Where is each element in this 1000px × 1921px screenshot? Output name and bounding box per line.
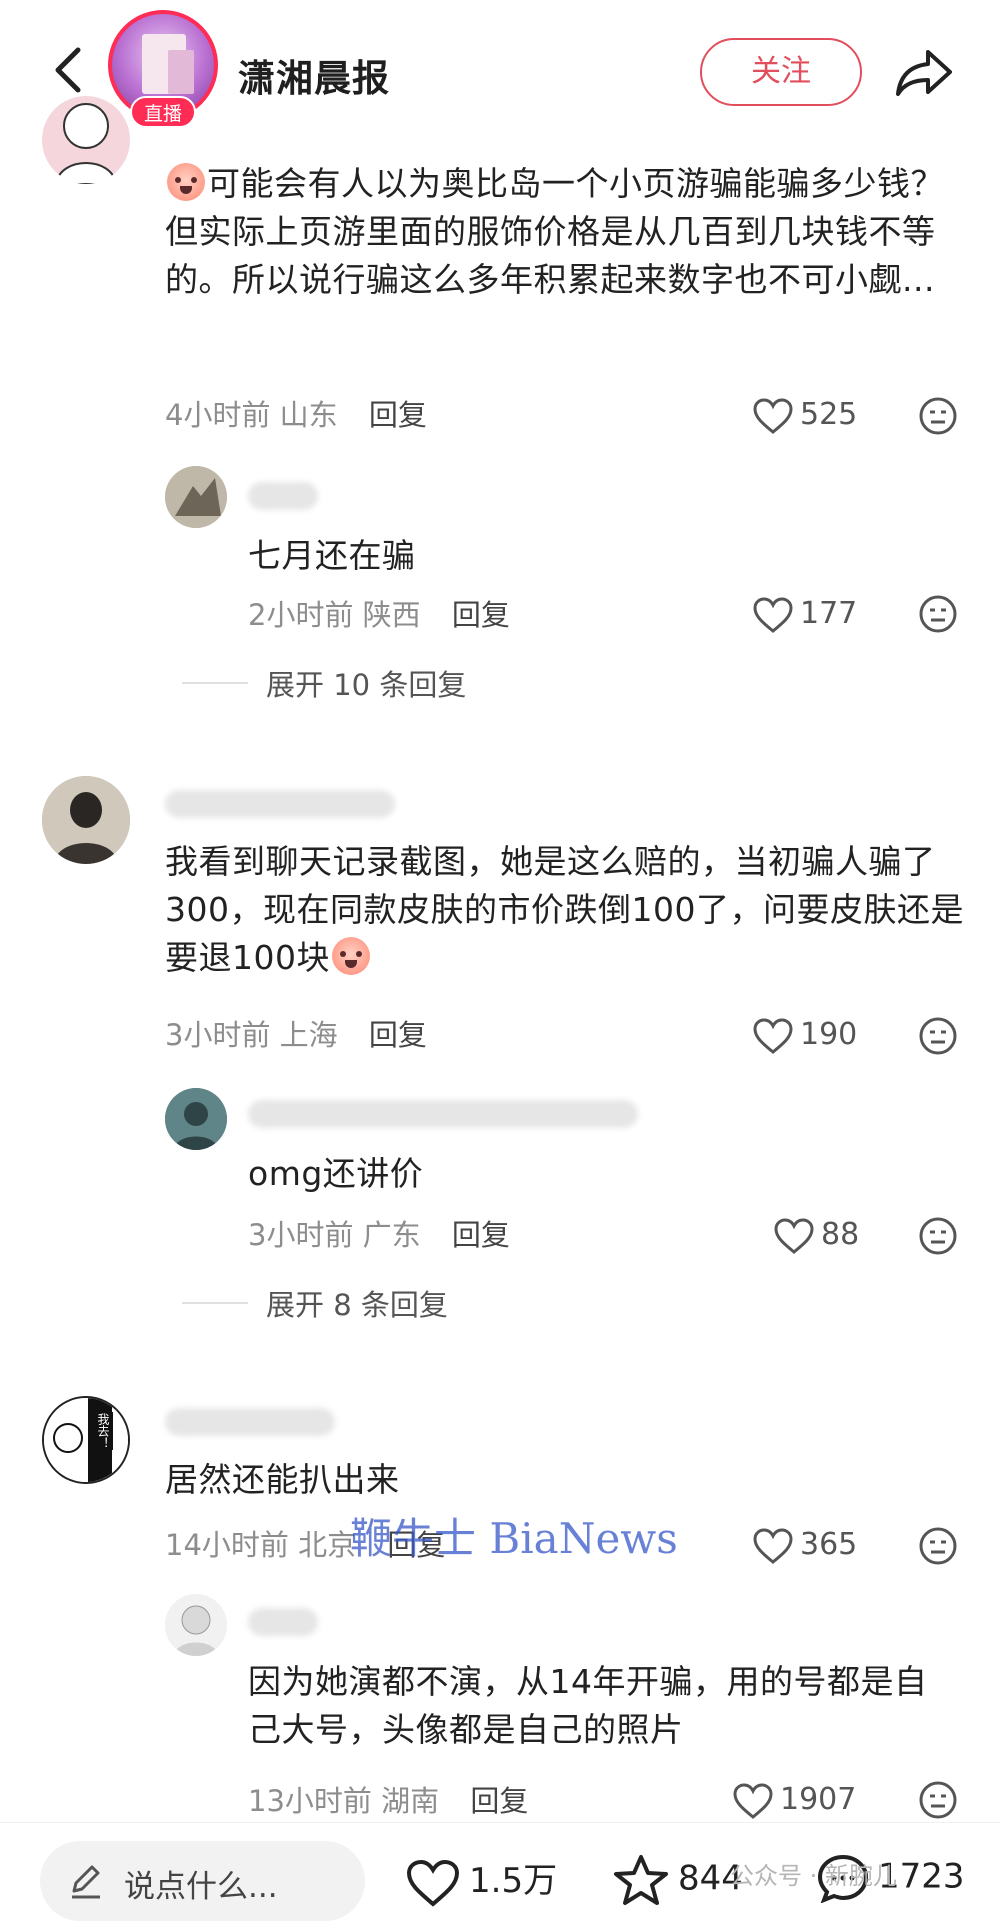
like-count: 190 (800, 1017, 858, 1052)
like-count: 1907 (780, 1782, 857, 1817)
replier-name-blurred (248, 1608, 318, 1636)
like-button[interactable]: 525 (752, 393, 857, 437)
replier-avatar[interactable] (165, 1088, 227, 1150)
like-count: 365 (800, 1527, 858, 1562)
star-icon (614, 1855, 668, 1905)
reply-text: 因为她演都不演，从14年开骗，用的号都是自己大号，头像都是自己的照片 (248, 1662, 928, 1749)
wechat-watermark: 公众号 · 新腕儿 (730, 1862, 897, 1890)
dislike-face-icon[interactable] (918, 594, 958, 634)
comment-location: 上海 (279, 1018, 338, 1052)
reply-meta: 13小时前 湖南 回复 (248, 1778, 528, 1820)
like-count: 177 (800, 596, 858, 631)
crying-emoji-icon (332, 937, 370, 975)
avatar-caption: 我去！ (94, 1412, 113, 1450)
heart-icon (774, 1217, 814, 1254)
live-badge[interactable]: 直播 (130, 96, 196, 128)
dislike-face-icon[interactable] (918, 396, 958, 436)
pencil-icon (72, 1865, 100, 1899)
like-button[interactable]: 88 (773, 1213, 859, 1257)
reply-button[interactable]: 回复 (452, 1218, 510, 1252)
dislike-face-icon[interactable] (918, 1216, 958, 1256)
reply-button[interactable]: 回复 (452, 598, 510, 632)
reply-location: 湖南 (381, 1784, 440, 1818)
dislike-face-icon[interactable] (918, 1780, 958, 1820)
heart-icon (753, 1017, 793, 1054)
divider (182, 682, 248, 684)
heart-icon (753, 596, 793, 633)
reply-button[interactable]: 回复 (369, 1018, 427, 1052)
reply-location: 广东 (362, 1218, 421, 1252)
comment-text: 可能会有人以为奥比岛一个小页游骗能骗多少钱？但实际上页游里面的服饰价格是从几百到… (165, 163, 944, 299)
expand-replies-button[interactable]: 展开 10 条回复 (266, 662, 466, 704)
comment-location: 北京 (298, 1528, 357, 1562)
favorite-button[interactable]: 844 (612, 1853, 743, 1907)
like-button[interactable]: 365 (752, 1523, 857, 1567)
comment-text: 我看到聊天记录截图，她是这么赔的，当初骗人骗了300，现在同款皮肤的市价跌倒10… (165, 842, 964, 977)
replier-name-blurred (248, 1100, 638, 1128)
comment-input[interactable]: 说点什么... (40, 1841, 365, 1921)
commenter-name-blurred (165, 790, 395, 818)
reply-time: 13小时前 (248, 1784, 372, 1818)
like-button[interactable]: 177 (752, 592, 857, 636)
divider (182, 1302, 248, 1304)
media-watermark: 鞭牛士 BiaNews (350, 1514, 678, 1563)
replier-name-blurred (248, 482, 318, 510)
commenter-avatar[interactable]: 我去！ (42, 1396, 130, 1484)
expand-replies-button[interactable]: 展开 8 条回复 (266, 1282, 448, 1324)
like-button[interactable]: 190 (752, 1013, 857, 1057)
comment-location: 山东 (279, 398, 338, 432)
reply-text: 七月还在骗 (248, 536, 416, 575)
reply-meta: 3小时前 广东 回复 (248, 1212, 510, 1254)
replier-avatar[interactable] (165, 1594, 227, 1656)
top-nav-bar: 直播 潇湘晨报 关注 (0, 0, 1000, 135)
heart-icon (753, 1527, 793, 1564)
reply-time: 2小时前 (248, 598, 354, 632)
like-post-button[interactable]: 1.5万 (405, 1853, 557, 1908)
follow-button[interactable]: 关注 (700, 38, 862, 106)
heart-icon (753, 397, 793, 434)
comment-time: 4小时前 (165, 398, 271, 432)
dislike-face-icon[interactable] (918, 1526, 958, 1566)
share-icon[interactable] (892, 42, 956, 102)
crying-emoji-icon (167, 163, 205, 201)
back-arrow-icon[interactable] (40, 40, 100, 100)
comment-meta: 4小时前 山东 回复 (165, 392, 427, 434)
like-button[interactable]: 1907 (732, 1778, 856, 1822)
heart-icon (733, 1782, 773, 1819)
commenter-avatar[interactable] (42, 776, 130, 864)
like-count: 525 (800, 397, 858, 432)
comment-meta: 3小时前 上海 回复 (165, 1012, 427, 1054)
reply-button[interactable]: 回复 (369, 398, 427, 432)
comment-input-placeholder: 说点什么... (124, 1869, 278, 1905)
reply-button[interactable]: 回复 (470, 1784, 528, 1818)
like-count: 88 (821, 1217, 860, 1252)
account-name[interactable]: 潇湘晨报 (238, 48, 390, 102)
comment-time: 3小时前 (165, 1018, 271, 1052)
heart-icon (406, 1859, 460, 1907)
reply-location: 陕西 (362, 598, 421, 632)
reply-text: omg还讲价 (248, 1154, 424, 1193)
comment-text: 居然还能扒出来 (165, 1460, 400, 1499)
reply-time: 3小时前 (248, 1218, 354, 1252)
reply-meta: 2小时前 陕西 回复 (248, 592, 510, 634)
replier-avatar[interactable] (165, 466, 227, 528)
post-like-count: 1.5万 (469, 1861, 558, 1901)
commenter-name-blurred (165, 1408, 335, 1436)
dislike-face-icon[interactable] (918, 1016, 958, 1056)
commenter-avatar[interactable] (42, 96, 130, 184)
comment-time: 14小时前 (165, 1528, 289, 1562)
